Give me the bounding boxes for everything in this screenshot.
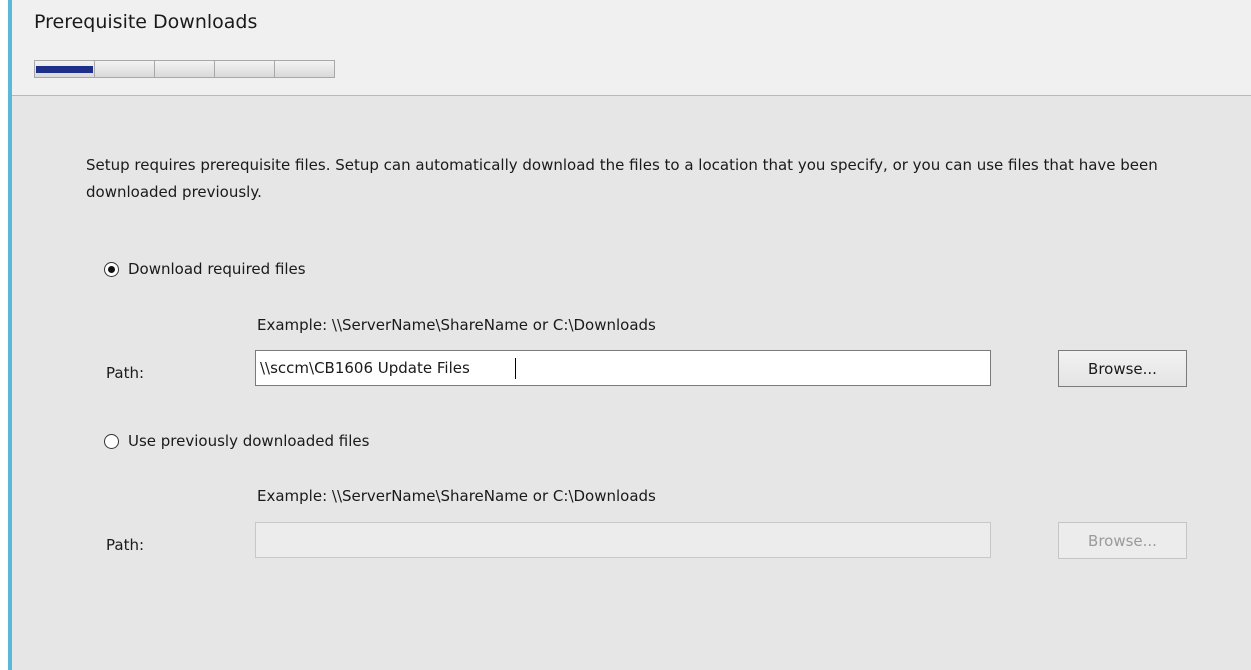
use-previous-files-radio[interactable] <box>104 433 119 449</box>
download-path-input[interactable] <box>255 350 991 386</box>
wizard-header: Prerequisite Downloads <box>12 0 1251 96</box>
wizard-progress-bar <box>34 60 335 78</box>
download-path-label: Path: <box>106 364 145 382</box>
text-caret <box>515 358 516 379</box>
description-text: Setup requires prerequisite files. Setup… <box>86 156 1158 201</box>
progress-step-5 <box>275 61 334 77</box>
previous-path-input[interactable] <box>255 522 991 558</box>
previous-path-example: Example: \\ServerName\ShareName or C:\Do… <box>257 487 656 505</box>
page-title: Prerequisite Downloads <box>34 11 258 33</box>
progress-step-2 <box>95 61 155 77</box>
download-required-files-radio[interactable] <box>104 261 119 277</box>
use-previous-files-option[interactable]: Use previously downloaded files <box>104 432 369 450</box>
previous-path-label: Path: <box>106 536 145 554</box>
progress-step-3 <box>155 61 215 77</box>
progress-step-4 <box>215 61 275 77</box>
accent-bar <box>0 0 12 670</box>
download-required-files-option[interactable]: Download required files <box>104 260 306 278</box>
setup-wizard-window: Prerequisite Downloads Setup requires pr… <box>0 0 1251 670</box>
previous-browse-button[interactable]: Browse... <box>1058 522 1187 559</box>
download-required-files-label: Download required files <box>128 260 306 278</box>
download-path-example: Example: \\ServerName\ShareName or C:\Do… <box>257 316 656 334</box>
wizard-content: Setup requires prerequisite files. Setup… <box>12 96 1251 670</box>
use-previous-files-label: Use previously downloaded files <box>128 432 370 450</box>
progress-step-1 <box>35 61 95 77</box>
download-browse-button[interactable]: Browse... <box>1058 350 1187 387</box>
